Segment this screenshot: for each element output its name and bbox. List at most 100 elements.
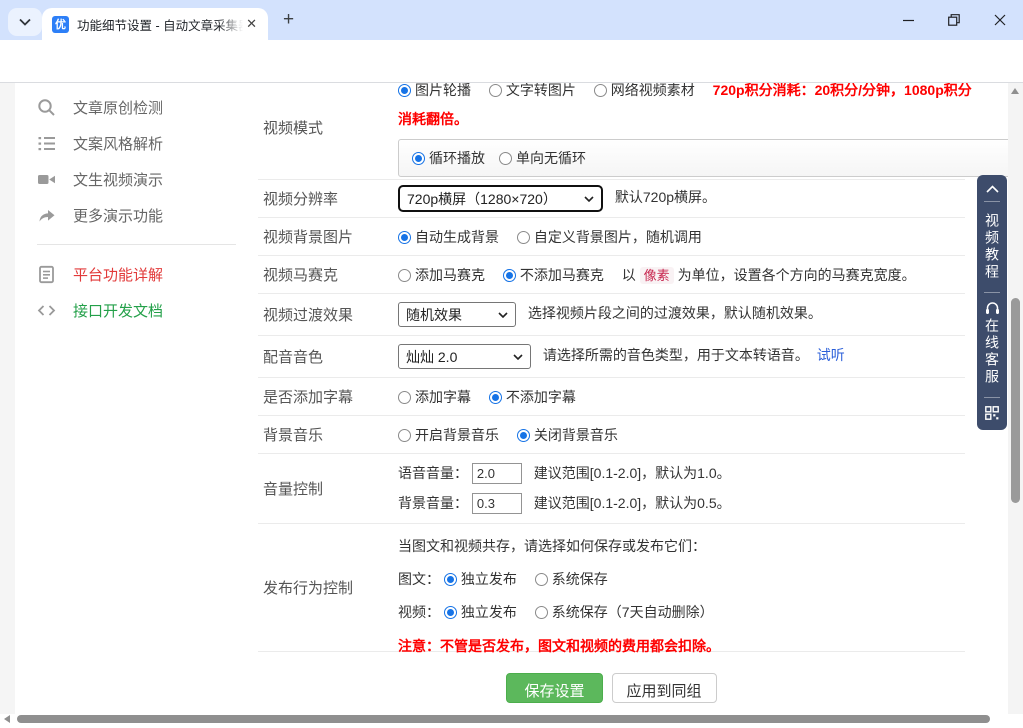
scroll-left-arrow-icon[interactable] <box>4 715 10 723</box>
vertical-scrollbar-thumb[interactable] <box>1011 298 1020 503</box>
row-resolution: 视频分辨率 720p横屏（1280×720） 默认720p横屏。 <box>258 180 965 218</box>
sidebar-item-text-to-video-demo[interactable]: 文生视频演示 <box>15 161 258 197</box>
radio-web-video-material[interactable]: 网络视频素材 <box>594 83 695 98</box>
browser-tab-strip: 优 功能细节设置 - 自动文章采集器 ✕ + <box>0 0 1023 40</box>
resolution-select[interactable]: 720p横屏（1280×720） <box>398 185 603 212</box>
radio-icon[interactable] <box>444 606 457 619</box>
share-arrow-icon <box>37 206 56 225</box>
transition-select[interactable]: 随机效果 <box>398 302 516 327</box>
radio-text-to-image[interactable]: 文字转图片 <box>489 83 576 98</box>
radio-icon[interactable] <box>398 231 411 244</box>
radio-auto-background[interactable]: 自动生成背景 <box>398 229 499 245</box>
settings-form: 视频模式 图片轮播 文字转图片 网络视频素材 720p积分消耗：20积分/分钟，… <box>258 83 965 703</box>
radio-loop-play[interactable]: 循环播放 <box>412 148 485 168</box>
radio-bgm-on[interactable]: 开启背景音乐 <box>398 427 499 443</box>
bgm-volume-input[interactable] <box>472 493 522 514</box>
headset-icon[interactable] <box>985 298 1000 318</box>
radio-icon[interactable] <box>398 84 411 97</box>
sidebar-item-platform-features[interactable]: 平台功能详解 <box>15 256 258 292</box>
video-tutorial-button[interactable]: 视频教程 <box>985 207 999 287</box>
voice-volume-hint: 建议范围[0.1-2.0]，默认为1.0。 <box>534 465 731 481</box>
publish-image-text-line: 图文： 独立发布 系统保存 <box>398 569 965 589</box>
chevron-down-icon <box>584 196 594 202</box>
row-label: 视频分辨率 <box>258 188 398 209</box>
transition-hint: 选择视频片段之间的过渡效果，默认随机效果。 <box>528 305 822 321</box>
radio-add-mosaic[interactable]: 添加马赛克 <box>398 267 485 283</box>
loop-mode-box: 循环播放 单向无循环 <box>398 139 1023 177</box>
row-subtitle: 是否添加字幕 添加字幕 不添加字幕 <box>258 378 965 416</box>
new-tab-button[interactable]: + <box>283 9 294 31</box>
radio-icon[interactable] <box>499 152 512 165</box>
scroll-up-arrow-icon[interactable] <box>1011 88 1019 94</box>
row-label: 配音音色 <box>258 346 398 367</box>
back-to-top-button[interactable] <box>986 182 999 196</box>
save-settings-button[interactable]: 保存设置 <box>506 673 602 703</box>
publish-intro: 当图文和视频共存，请选择如何保存或发布它们： <box>398 536 965 556</box>
row-voice: 配音音色 灿灿 2.0 请选择所需的音色类型，用于文本转语音。 试听 <box>258 336 965 378</box>
tab-search-button[interactable] <box>8 8 42 36</box>
voice-volume-input[interactable] <box>472 463 522 484</box>
radio-imagetext-independent[interactable]: 独立发布 <box>444 571 517 587</box>
radio-add-subtitle[interactable]: 添加字幕 <box>398 389 471 405</box>
radio-icon[interactable] <box>489 391 502 404</box>
row-label: 视频马赛克 <box>258 264 398 285</box>
radio-one-way-no-loop[interactable]: 单向无循环 <box>499 148 586 168</box>
radio-icon[interactable] <box>535 606 548 619</box>
sidebar-item-label: 文案风格解析 <box>73 133 163 154</box>
radio-icon[interactable] <box>517 231 530 244</box>
radio-custom-background[interactable]: 自定义背景图片，随机调用 <box>517 229 702 245</box>
browser-tab[interactable]: 优 功能细节设置 - 自动文章采集器 ✕ <box>42 8 268 40</box>
radio-icon[interactable] <box>398 429 411 442</box>
points-cost-note: 720p积分消耗：20积分/分钟，1080p积分 <box>713 83 972 98</box>
video-camera-icon <box>37 170 56 189</box>
tab-close-icon[interactable]: ✕ <box>243 16 260 32</box>
radio-image-carousel[interactable]: 图片轮播 <box>398 83 471 98</box>
radio-icon[interactable] <box>503 269 516 282</box>
horizontal-scrollbar-thumb[interactable] <box>17 715 990 723</box>
radio-imagetext-system-save[interactable]: 系统保存 <box>535 571 608 587</box>
radio-icon[interactable] <box>489 84 502 97</box>
row-bgm: 背景音乐 开启背景音乐 关闭背景音乐 <box>258 416 965 454</box>
radio-icon[interactable] <box>412 152 425 165</box>
apply-to-group-button[interactable]: 应用到同组 <box>612 673 717 703</box>
points-cost-note-wrap: 消耗翻倍。 <box>398 109 1023 129</box>
window-minimize-button[interactable] <box>885 4 931 36</box>
qr-code-button[interactable] <box>985 403 999 423</box>
video-mode-options: 图片轮播 文字转图片 网络视频素材 720p积分消耗：20积分/分钟，1080p… <box>398 83 1023 100</box>
window-restore-button[interactable] <box>931 4 977 36</box>
sidebar-item-label: 平台功能详解 <box>73 264 163 285</box>
vertical-scrollbar[interactable] <box>1008 83 1023 714</box>
sidebar-item-style-analysis[interactable]: 文案风格解析 <box>15 125 258 161</box>
row-label: 视频过渡效果 <box>258 304 398 325</box>
horizontal-scrollbar[interactable] <box>0 714 1023 724</box>
page-left-gutter <box>0 83 15 714</box>
radio-no-mosaic[interactable]: 不添加马赛克 <box>503 267 604 283</box>
radio-icon[interactable] <box>398 269 411 282</box>
radio-video-system-save[interactable]: 系统保存（7天自动删除） <box>535 604 714 620</box>
panel-divider <box>984 397 1000 398</box>
row-label: 视频背景图片 <box>258 226 398 247</box>
sidebar-item-originality-check[interactable]: 文章原创检测 <box>15 89 258 125</box>
voice-select[interactable]: 灿灿 2.0 <box>398 344 531 369</box>
sidebar-item-api-docs[interactable]: 接口开发文档 <box>15 292 258 328</box>
radio-no-subtitle[interactable]: 不添加字幕 <box>489 389 576 405</box>
radio-icon[interactable] <box>517 429 530 442</box>
sidebar-item-more-demos[interactable]: 更多演示功能 <box>15 197 258 233</box>
row-video-mode: 视频模式 图片轮播 文字转图片 网络视频素材 720p积分消耗：20积分/分钟，… <box>258 83 965 180</box>
voice-preview-link[interactable]: 试听 <box>817 347 845 363</box>
row-label: 发布行为控制 <box>258 524 398 651</box>
sidebar-item-label: 接口开发文档 <box>73 300 163 321</box>
resolution-hint: 默认720p横屏。 <box>615 189 716 205</box>
radio-icon[interactable] <box>444 573 457 586</box>
radio-icon[interactable] <box>594 84 607 97</box>
online-support-button[interactable]: 在线客服 <box>985 318 999 392</box>
chevron-up-icon <box>986 185 999 193</box>
tab-title: 功能细节设置 - 自动文章采集器 <box>77 15 243 34</box>
radio-video-independent[interactable]: 独立发布 <box>444 604 517 620</box>
panel-divider <box>984 201 1000 202</box>
radio-icon[interactable] <box>398 391 411 404</box>
pixel-code-tag: 像素 <box>640 267 674 284</box>
radio-bgm-off[interactable]: 关闭背景音乐 <box>517 427 618 443</box>
window-close-button[interactable] <box>977 4 1023 36</box>
radio-icon[interactable] <box>535 573 548 586</box>
